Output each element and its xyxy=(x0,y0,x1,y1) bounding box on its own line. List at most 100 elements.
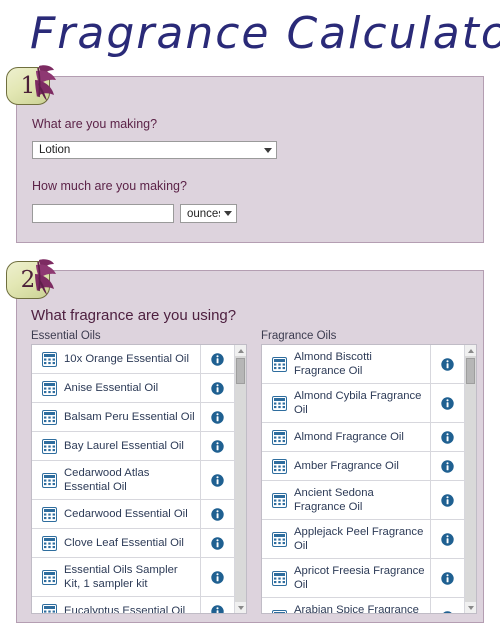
info-icon[interactable] xyxy=(441,493,454,507)
essential-oils-heading: Essential Oils xyxy=(31,330,101,342)
info-icon[interactable] xyxy=(211,439,224,453)
info-button[interactable] xyxy=(430,452,464,480)
calculator-icon xyxy=(271,609,287,613)
info-icon[interactable] xyxy=(211,410,224,424)
chevron-down-icon xyxy=(224,211,232,216)
calculator-icon xyxy=(41,380,57,396)
calculator-icon xyxy=(271,458,287,474)
calculator-icon xyxy=(262,570,292,586)
calculator-icon xyxy=(32,603,62,613)
chevron-down-icon xyxy=(264,147,272,153)
unit-select[interactable]: ounces xyxy=(180,204,237,223)
scrollbar-thumb[interactable] xyxy=(236,358,245,384)
list-item[interactable]: Cedarwood Essential Oil xyxy=(32,500,234,529)
info-button[interactable] xyxy=(200,374,234,402)
info-button[interactable] xyxy=(430,345,464,383)
scroll-down-arrow-icon[interactable] xyxy=(235,602,246,613)
info-button[interactable] xyxy=(200,597,234,613)
list-item[interactable]: Ancient Sedona Fragrance Oil xyxy=(262,481,464,520)
info-button[interactable] xyxy=(430,481,464,519)
info-button[interactable] xyxy=(200,529,234,557)
product-select-value: Lotion xyxy=(39,144,71,156)
step-number: 2 xyxy=(20,267,36,293)
info-button[interactable] xyxy=(200,500,234,528)
step-2-badge: 2 xyxy=(6,258,58,302)
list-item-label: Amber Fragrance Oil xyxy=(294,460,399,472)
list-item[interactable]: Almond Biscotti Fragrance Oil xyxy=(262,345,464,384)
info-icon[interactable] xyxy=(441,430,454,444)
scroll-up-arrow-icon[interactable] xyxy=(235,345,246,356)
product-select[interactable]: Lotion xyxy=(32,141,277,159)
info-icon[interactable] xyxy=(211,536,224,550)
fragrance-heading: What fragrance are you using? xyxy=(31,307,237,324)
info-icon[interactable] xyxy=(441,357,454,371)
scrollbar-thumb[interactable] xyxy=(466,358,475,384)
essential-oils-scrollbar[interactable] xyxy=(234,345,246,613)
fragrance-oils-list[interactable]: Almond Biscotti Fragrance Oil Almond Cybi… xyxy=(261,344,477,614)
info-button[interactable] xyxy=(430,559,464,597)
calculator-icon xyxy=(262,356,292,372)
list-item[interactable]: Apricot Freesia Fragrance Oil xyxy=(262,559,464,598)
calculator-icon xyxy=(32,569,62,585)
info-button[interactable] xyxy=(430,598,464,613)
info-button[interactable] xyxy=(430,423,464,451)
info-icon[interactable] xyxy=(441,459,454,473)
info-button[interactable] xyxy=(200,403,234,431)
list-item-label: Bay Laurel Essential Oil xyxy=(64,440,184,452)
amount-label: How much are you making? xyxy=(32,179,187,193)
info-icon[interactable] xyxy=(441,532,454,546)
list-item[interactable]: Cedarwood Atlas Essential Oil xyxy=(32,461,234,500)
list-item[interactable]: Almond Cybila Fragrance Oil xyxy=(262,384,464,423)
list-item-label: Eucalyptus Essential Oil xyxy=(64,605,186,613)
info-icon[interactable] xyxy=(441,571,454,585)
list-item-label: Essential Oils Sampler Kit, 1 sampler ki… xyxy=(64,564,178,590)
list-item[interactable]: Eucalyptus Essential Oil xyxy=(32,597,234,613)
info-button[interactable] xyxy=(200,558,234,596)
info-icon[interactable] xyxy=(211,507,224,521)
list-item-label: Anise Essential Oil xyxy=(64,382,159,394)
essential-oils-list[interactable]: 10x Orange Essential Oil Anise Essential … xyxy=(31,344,247,614)
info-button[interactable] xyxy=(200,461,234,499)
calculator-icon xyxy=(271,570,287,586)
scroll-down-arrow-icon[interactable] xyxy=(465,602,476,613)
info-icon[interactable] xyxy=(211,604,224,614)
info-icon[interactable] xyxy=(211,381,224,395)
info-button[interactable] xyxy=(200,432,234,460)
calculator-icon xyxy=(32,409,62,425)
info-button[interactable] xyxy=(200,345,234,373)
info-icon[interactable] xyxy=(441,610,454,614)
calculator-icon xyxy=(41,472,57,488)
fragrance-oils-scrollbar[interactable] xyxy=(464,345,476,613)
calculator-icon xyxy=(41,351,57,367)
scrollbar-track[interactable] xyxy=(235,356,246,602)
list-item[interactable]: 10x Orange Essential Oil xyxy=(32,345,234,374)
info-button[interactable] xyxy=(430,384,464,422)
info-icon[interactable] xyxy=(211,352,224,366)
list-item[interactable]: Amber Fragrance Oil xyxy=(262,452,464,481)
list-item[interactable]: Almond Fragrance Oil xyxy=(262,423,464,452)
info-icon[interactable] xyxy=(211,570,224,584)
list-item[interactable]: Balsam Peru Essential Oil xyxy=(32,403,234,432)
list-item-label: Ancient Sedona Fragrance Oil xyxy=(294,487,374,513)
calculator-icon xyxy=(262,609,292,613)
list-item-label: Almond Fragrance Oil xyxy=(294,431,404,443)
list-item[interactable]: Anise Essential Oil xyxy=(32,374,234,403)
fragrance-oils-heading: Fragrance Oils xyxy=(261,330,337,342)
info-icon[interactable] xyxy=(441,396,454,410)
calculator-icon xyxy=(41,506,57,522)
scrollbar-track[interactable] xyxy=(465,356,476,602)
scroll-up-arrow-icon[interactable] xyxy=(465,345,476,356)
list-item-label: Almond Cybila Fragrance Oil xyxy=(294,390,422,416)
info-button[interactable] xyxy=(430,520,464,558)
essential-oils-rows: 10x Orange Essential Oil Anise Essential … xyxy=(32,345,234,613)
list-item[interactable]: Essential Oils Sampler Kit, 1 sampler ki… xyxy=(32,558,234,597)
fragrance-oils-rows: Almond Biscotti Fragrance Oil Almond Cybi… xyxy=(262,345,464,613)
amount-input[interactable] xyxy=(32,204,174,223)
list-item[interactable]: Clove Leaf Essential Oil xyxy=(32,529,234,558)
list-item[interactable]: Applejack Peel Fragrance Oil xyxy=(262,520,464,559)
calculator-icon xyxy=(271,429,287,445)
info-icon[interactable] xyxy=(211,473,224,487)
step-1-badge: 1 xyxy=(6,64,58,108)
list-item[interactable]: Arabian Spice Fragrance Oil xyxy=(262,598,464,613)
list-item[interactable]: Bay Laurel Essential Oil xyxy=(32,432,234,461)
